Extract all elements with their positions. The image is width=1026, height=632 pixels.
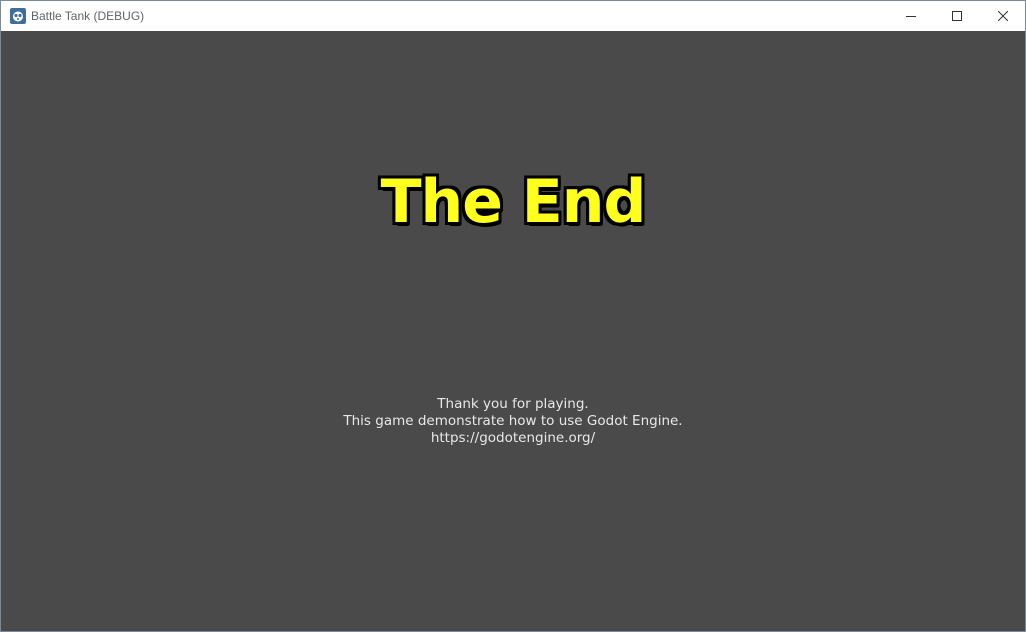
end-heading: The End	[380, 166, 648, 238]
minimize-button[interactable]	[888, 1, 934, 31]
maximize-button[interactable]	[934, 1, 980, 31]
window-title: Battle Tank (DEBUG)	[31, 9, 145, 23]
app-window: Battle Tank (DEBUG) The End Thank you fo…	[0, 0, 1026, 632]
credits-line-url: https://godotengine.org/	[430, 430, 596, 446]
title-bar[interactable]: Battle Tank (DEBUG)	[1, 1, 1025, 31]
credits-line-description: This game demonstrate how to use Godot E…	[343, 413, 683, 429]
close-icon	[998, 11, 1008, 21]
close-button[interactable]	[980, 1, 1026, 31]
minimize-icon	[906, 11, 916, 21]
credits-text: Thank you for playing. This game demonst…	[1, 396, 1025, 447]
maximize-icon	[952, 11, 962, 21]
game-viewport[interactable]: The End Thank you for playing. This game…	[1, 31, 1025, 631]
credits-line-thanks: Thank you for playing.	[437, 396, 589, 412]
godot-icon	[10, 8, 26, 24]
